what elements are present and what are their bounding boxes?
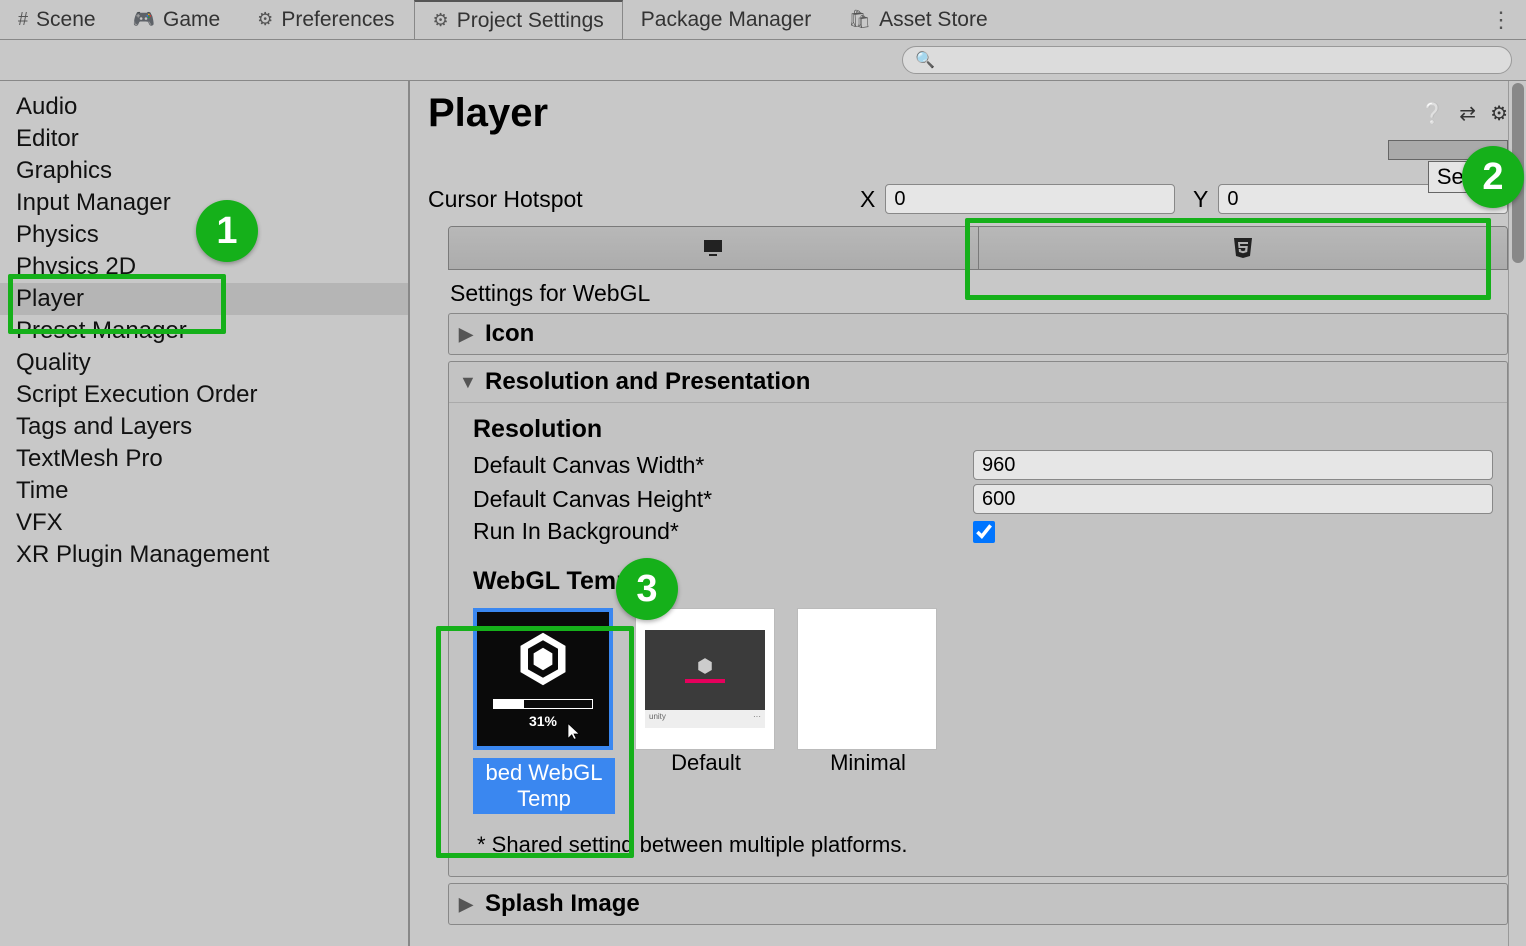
unity-logo-icon (508, 629, 578, 689)
sidebar-item-xr-plugin-management[interactable]: XR Plugin Management (0, 539, 408, 571)
help-icon[interactable]: ❔ (1420, 101, 1445, 126)
sidebar-item-quality[interactable]: Quality (0, 347, 408, 379)
settings-content: Player ❔ ⇄ ⚙ Select Cursor Hotspot X (410, 81, 1526, 946)
template-custom-label: bed WebGL Temp (473, 758, 615, 814)
search-box[interactable]: 🔍 (902, 46, 1512, 74)
run-in-background-label: Run In Background* (473, 518, 973, 545)
webgl-template-heading: WebGL Template (473, 567, 1493, 596)
tab-game[interactable]: 🎮Game (115, 0, 240, 39)
sidebar-item-graphics[interactable]: Graphics (0, 155, 408, 187)
settings-sidebar: AudioEditorGraphicsInput ManagerPhysicsP… (0, 81, 410, 946)
sidebar-item-player[interactable]: Player (0, 283, 408, 315)
sidebar-item-textmesh-pro[interactable]: TextMesh Pro (0, 443, 408, 475)
gear-icon: ⚙ (433, 10, 449, 31)
tab-package-manager[interactable]: Package Manager (623, 0, 830, 39)
progress-text: 31% (529, 713, 557, 729)
sidebar-item-input-manager[interactable]: Input Manager (0, 187, 408, 219)
search-icon: 🔍 (915, 50, 935, 70)
sidebar-item-script-execution-order[interactable]: Script Execution Order (0, 379, 408, 411)
template-minimal-label: Minimal (830, 750, 906, 775)
resolution-foldout-header[interactable]: ▼ Resolution and Presentation (449, 362, 1507, 402)
triangle-right-icon: ▶ (459, 894, 477, 915)
monitor-icon (701, 236, 725, 260)
settings-gear-icon[interactable]: ⚙ (1490, 101, 1508, 126)
select-texture-button[interactable]: Select (1428, 161, 1507, 193)
run-in-background-checkbox[interactable] (973, 521, 995, 543)
cursor-hotspot-label: Cursor Hotspot (428, 186, 848, 213)
tab-asset-store[interactable]: 🛍Asset Store (830, 0, 1006, 39)
canvas-width-label: Default Canvas Width* (473, 452, 973, 479)
search-input[interactable] (943, 52, 1499, 68)
canvas-height-input[interactable] (973, 484, 1493, 514)
tab-overflow-menu[interactable]: ⋮ (1476, 7, 1526, 33)
triangle-down-icon: ▼ (459, 372, 477, 393)
search-row: 🔍 (0, 40, 1526, 81)
sidebar-item-preset-manager[interactable]: Preset Manager (0, 315, 408, 347)
sidebar-item-audio[interactable]: Audio (0, 91, 408, 123)
template-custom-thumb: 31% (473, 608, 613, 750)
progress-bar (493, 699, 593, 709)
presets-icon[interactable]: ⇄ (1459, 101, 1476, 126)
gamepad-icon: 🎮 (133, 9, 155, 30)
triangle-right-icon: ▶ (459, 324, 477, 345)
sidebar-item-editor[interactable]: Editor (0, 123, 408, 155)
gear-icon: ⚙ (257, 9, 273, 30)
icon-foldout-header[interactable]: ▶ Icon (449, 314, 1507, 354)
template-default-thumb: unity··· (635, 608, 775, 750)
tab-scene[interactable]: #Scene (0, 0, 115, 39)
template-default[interactable]: unity··· Default (635, 608, 777, 814)
resolution-heading: Resolution (473, 415, 1493, 444)
template-custom[interactable]: 31% bed WebGL Temp (473, 608, 615, 814)
icon-foldout: ▶ Icon (448, 313, 1508, 355)
template-grid: 31% bed WebGL Temp (473, 608, 1493, 814)
tab-preferences[interactable]: ⚙Preferences (239, 0, 413, 39)
canvas-width-input[interactable] (973, 450, 1493, 480)
page-title: Player (428, 91, 1420, 136)
template-minimal-thumb (797, 608, 937, 750)
platform-tabs (448, 226, 1508, 270)
sidebar-item-physics[interactable]: Physics (0, 219, 408, 251)
cursor-x-input[interactable] (885, 184, 1175, 214)
platform-tab-standalone[interactable] (449, 227, 979, 269)
unity-logo-icon (695, 657, 715, 675)
resolution-foldout: ▼ Resolution and Presentation Resolution… (448, 361, 1508, 877)
sidebar-item-tags-and-layers[interactable]: Tags and Layers (0, 411, 408, 443)
template-default-label: Default (671, 750, 741, 775)
sidebar-item-time[interactable]: Time (0, 475, 408, 507)
settings-for-label: Settings for WebGL (428, 270, 1508, 313)
vertical-scrollbar[interactable] (1508, 81, 1526, 946)
tab-project-settings[interactable]: ⚙Project Settings (414, 0, 623, 39)
y-label: Y (1193, 186, 1208, 213)
html5-icon (1231, 236, 1255, 260)
shared-setting-footnote: * Shared setting between multiple platfo… (477, 832, 1493, 858)
x-label: X (860, 186, 875, 213)
template-minimal[interactable]: Minimal (797, 608, 939, 814)
texture-slot[interactable]: Select (1388, 140, 1508, 160)
top-tab-bar: #Scene 🎮Game ⚙Preferences ⚙Project Setti… (0, 0, 1526, 40)
sidebar-item-vfx[interactable]: VFX (0, 507, 408, 539)
sidebar-item-physics-2d[interactable]: Physics 2D (0, 251, 408, 283)
canvas-height-label: Default Canvas Height* (473, 486, 973, 513)
bag-icon: 🛍 (848, 9, 871, 30)
platform-tab-webgl[interactable] (979, 227, 1508, 269)
splash-foldout-header[interactable]: ▶ Splash Image (449, 884, 1507, 924)
cursor-icon (565, 720, 583, 742)
splash-foldout: ▶ Splash Image (448, 883, 1508, 925)
grid-icon: # (18, 9, 28, 30)
